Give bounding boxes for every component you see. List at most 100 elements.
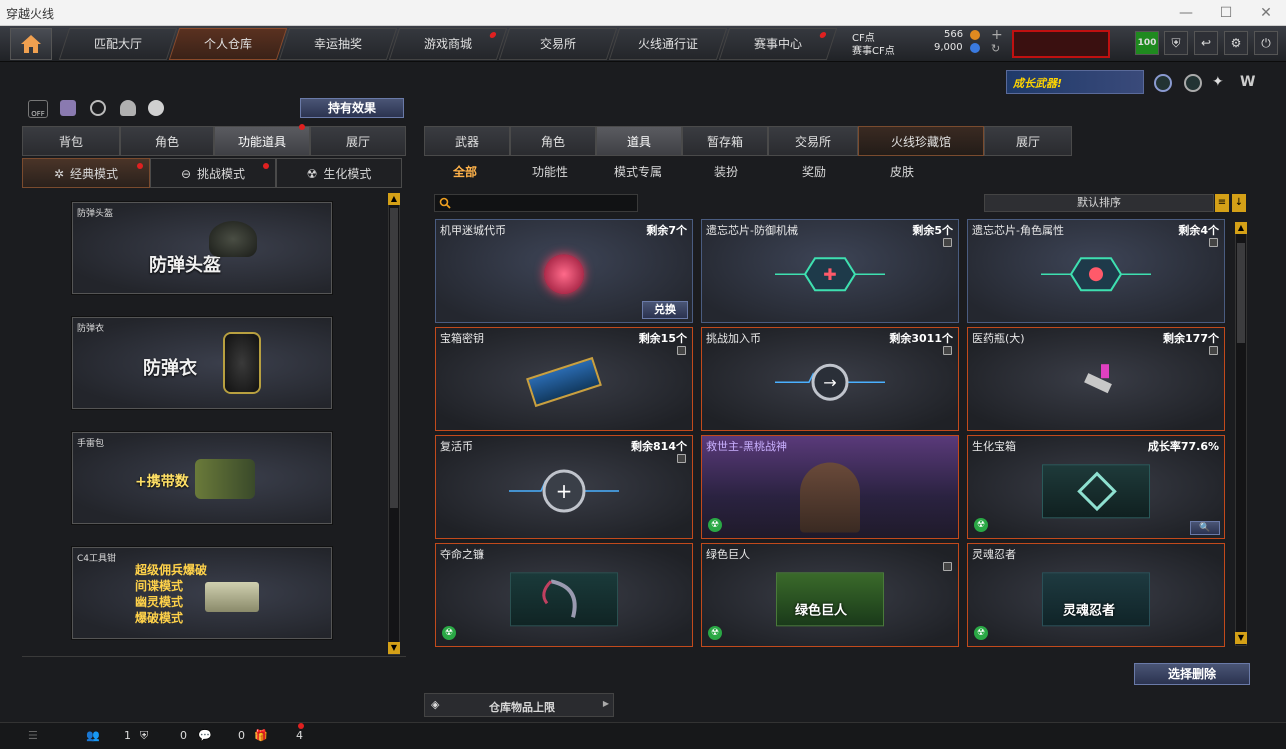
grenade-pack-card[interactable]: 手雷包 +携带数 [72, 432, 332, 524]
add-cf-icon[interactable]: + [991, 27, 1003, 43]
tab-collection-hall[interactable]: 火线珍藏馆 [858, 126, 984, 156]
sort-direction-icon[interactable]: ↓ [1232, 194, 1246, 212]
sort-dropdown[interactable]: 默认排序 [984, 194, 1214, 212]
friends-icon[interactable]: 👥 [86, 729, 100, 742]
left-scrollbar[interactable] [388, 193, 400, 655]
effects-off-icon[interactable]: OFF [28, 100, 48, 118]
green-giant-art: 绿色巨人 [776, 572, 884, 627]
stats-icon[interactable] [60, 100, 76, 116]
exchange-button[interactable]: 兑换 [642, 301, 688, 319]
nav-tab-game-mall[interactable]: 游戏商城 [388, 28, 508, 60]
top-navigation: 匹配大厅 个人仓库 幸运抽奖 游戏商城 交易所 火线通行证 赛事中心 CF点 5… [0, 26, 1286, 62]
tab-items[interactable]: 道具 [596, 126, 682, 156]
tab-showroom-right[interactable]: 展厅 [984, 126, 1072, 156]
subtabs: 全部 功能性 模式专属 装扮 奖励 皮肤 [424, 158, 1254, 186]
select-delete-button[interactable]: 选择删除 [1134, 663, 1250, 685]
exit-room-icon[interactable]: ↩ [1194, 31, 1218, 55]
close-icon[interactable]: ✕ [1246, 0, 1286, 26]
scroll-down-arrow[interactable]: ▼ [1235, 632, 1247, 644]
scroll-up-arrow[interactable]: ▲ [1235, 222, 1247, 234]
scroll-down-arrow[interactable]: ▼ [388, 642, 400, 654]
vest-card[interactable]: 防弹衣 防弹衣 [72, 317, 332, 409]
item-card[interactable]: 夺命之镰 ☢ [435, 543, 693, 647]
item-card[interactable]: 灵魂忍者 灵魂忍者 ☢ [967, 543, 1225, 647]
list-view-icon[interactable]: ≡ [1215, 194, 1229, 212]
item-card[interactable]: 挑战加入币 剩余3011个 → [701, 327, 959, 431]
w-logo-icon[interactable]: W [1240, 74, 1260, 92]
home-button[interactable] [10, 28, 52, 60]
item-card[interactable]: 救世主-黑桃战神 ☢ [701, 435, 959, 539]
mode-classic[interactable]: ✲ 经典模式 [22, 158, 150, 188]
held-effects-button[interactable]: 持有效果 [300, 98, 404, 118]
nav-tab-battle-pass[interactable]: 火线通行证 [608, 28, 728, 60]
nav-tab-personal-warehouse[interactable]: 个人仓库 [168, 28, 288, 60]
search-icon [439, 197, 451, 209]
tab-weapons[interactable]: 武器 [424, 126, 510, 156]
growth-weapon-banner[interactable]: 成长武器! [1006, 70, 1144, 94]
tab-storage-box[interactable]: 暂存箱 [682, 126, 768, 156]
challenge-coin-icon: → [775, 362, 885, 402]
subtab-skins[interactable]: 皮肤 [858, 158, 946, 186]
revive-coin-icon: + [509, 466, 619, 516]
item-card[interactable]: 遗忘芯片-防御机械 剩余5个 ✚ [701, 219, 959, 323]
subtab-all[interactable]: 全部 [424, 158, 506, 186]
nav-tab-lucky-draw[interactable]: 幸运抽奖 [278, 28, 398, 60]
search-icon[interactable]: 🔍 [1190, 521, 1220, 535]
mode-challenge[interactable]: ⊖ 挑战模式 [150, 158, 276, 188]
tab-roles[interactable]: 角色 [510, 126, 596, 156]
power-icon[interactable]: ⏻ [1254, 31, 1278, 55]
vest-icon [225, 334, 259, 392]
chip-defense-icon: ✚ [775, 254, 885, 294]
menu-icon[interactable]: ☰ [28, 729, 38, 742]
biohazard-icon: ☢ [974, 518, 988, 532]
right-scrollbar[interactable] [1235, 222, 1247, 646]
nav-tab-match-hall[interactable]: 匹配大厅 [58, 28, 178, 60]
search-input[interactable] [434, 194, 638, 212]
c4-pliers-card[interactable]: C4工具钳 超级佣兵爆破 间谍模式 幽灵模式 爆破模式 [72, 547, 332, 639]
shield-icon[interactable]: ⛨ [1164, 31, 1188, 55]
subtab-dress-up[interactable]: 装扮 [682, 158, 770, 186]
item-card[interactable]: 遗忘芯片-角色属性 剩余4个 [967, 219, 1225, 323]
lock-icon [1209, 238, 1218, 247]
settings-gear-icon[interactable]: ⚙ [1224, 31, 1248, 55]
shield-icon[interactable]: ⛨ [140, 729, 148, 743]
subtab-rewards[interactable]: 奖励 [770, 158, 858, 186]
refresh-icon[interactable]: ↻ [991, 42, 1000, 55]
helmet-card[interactable]: 防弹头盔 防弹头盔 [72, 202, 332, 294]
mode-tabs: ✲ 经典模式 ⊖ 挑战模式 ☢ 生化模式 [22, 158, 402, 188]
scythe-art [510, 572, 618, 627]
tab-character[interactable]: 角色 [120, 126, 214, 156]
nav-tab-tournament[interactable]: 赛事中心 [718, 28, 838, 60]
warehouse-limit[interactable]: ◈ 仓库物品上限 ▶ [424, 693, 614, 717]
subtab-mode-exclusive[interactable]: 模式专属 [594, 158, 682, 186]
nav-tab-exchange[interactable]: 交易所 [498, 28, 618, 60]
item-card[interactable]: 医药瓶(大) 剩余177个 [967, 327, 1225, 431]
bomb-icon[interactable] [148, 100, 164, 116]
item-card[interactable]: 复活币 剩余814个 + [435, 435, 693, 539]
item-card[interactable]: 宝箱密钥 剩余15个 [435, 327, 693, 431]
tab-showroom[interactable]: 展厅 [310, 126, 406, 156]
maximize-icon[interactable]: ☐ [1206, 0, 1246, 26]
item-card[interactable]: 绿色巨人 绿色巨人 ☢ [701, 543, 959, 647]
lock-icon [1209, 346, 1218, 355]
minimize-icon[interactable]: — [1166, 0, 1206, 26]
sparkle-icon[interactable]: ✦ [1212, 74, 1230, 92]
target-icon[interactable] [1184, 74, 1202, 92]
swap-icon[interactable] [90, 100, 106, 116]
scroll-up-arrow[interactable]: ▲ [388, 193, 400, 205]
biohazard-icon: ☢ [306, 167, 318, 181]
item-card[interactable]: 机甲迷城代币 剩余7个 兑换 [435, 219, 693, 323]
level-badge[interactable]: 100 [1135, 31, 1159, 55]
grenade-icon[interactable] [120, 100, 136, 116]
chat-icon[interactable]: 💬 [198, 729, 212, 742]
player-rank-badge[interactable] [1012, 30, 1110, 58]
bottom-bar: ☰ 👥 1 ⛨ 0 💬 0 🎁 4 [0, 722, 1286, 749]
subtab-functional[interactable]: 功能性 [506, 158, 594, 186]
emblem-icon[interactable] [1154, 74, 1172, 92]
tab-exchange[interactable]: 交易所 [768, 126, 858, 156]
tab-functional-items[interactable]: 功能道具 [214, 124, 310, 156]
mode-biochem[interactable]: ☢ 生化模式 [276, 158, 402, 188]
item-card[interactable]: 生化宝箱 成长率77.6% ☢ 🔍 [967, 435, 1225, 539]
gift-icon[interactable]: 🎁 [254, 729, 268, 742]
tab-backpack[interactable]: 背包 [22, 126, 120, 156]
